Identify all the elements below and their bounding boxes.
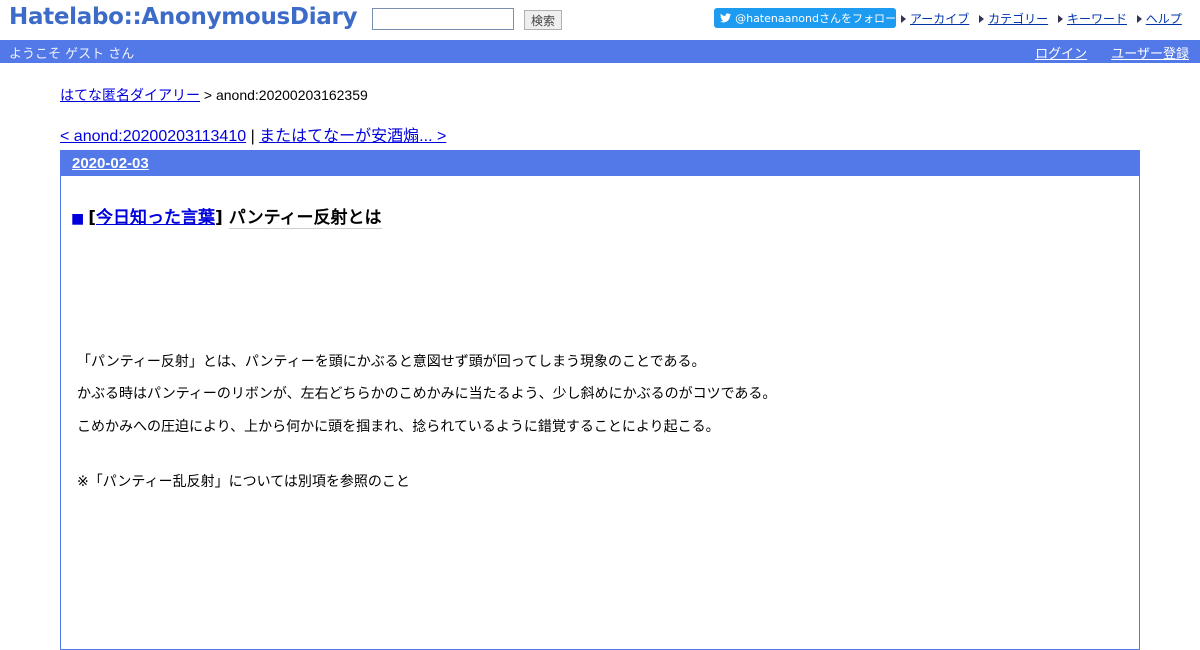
top-header: Hatelabo::AnonymousDiary 検索 @hatenaanond… <box>0 0 1200 40</box>
site-logo[interactable]: Hatelabo::AnonymousDiary <box>9 4 358 30</box>
nav-keyword[interactable]: キーワード <box>1057 10 1127 27</box>
top-nav: アーカイブ カテゴリー キーワード ヘルプ <box>901 10 1188 27</box>
nav-archive-link[interactable]: アーカイブ <box>910 12 969 26</box>
arrow-right-icon <box>979 15 985 23</box>
entry-pager: < anond:20200203113410 | またはてなーが安酒煽... > <box>60 122 446 146</box>
arrow-right-icon <box>1136 15 1142 23</box>
nav-keyword-link[interactable]: キーワード <box>1067 12 1127 26</box>
permalink-square-icon[interactable]: ■ <box>71 211 84 227</box>
category-link[interactable]: 今日知った言葉 <box>96 208 215 228</box>
user-links: ログイン ユーザー登録 <box>1015 43 1189 62</box>
twitter-bird-icon <box>720 13 732 23</box>
search-button[interactable]: 検索 <box>524 10 562 30</box>
next-entry-link[interactable]: またはてなーが安酒煽... > <box>259 128 446 145</box>
paragraph-2: かぶる時はパンティーのリボンが、左右どちらかのこめかみに当たるよう、少し斜めにか… <box>77 386 777 402</box>
nav-archive[interactable]: アーカイブ <box>901 10 969 27</box>
paragraph-3: こめかみへの圧迫により、上から何かに頭を掴まれ、捻られているように錯覚することに… <box>77 419 720 435</box>
login-link[interactable]: ログイン <box>1035 47 1087 62</box>
register-link[interactable]: ユーザー登録 <box>1111 47 1189 62</box>
breadcrumb: はてな匿名ダイアリー > anond:20200203162359 <box>60 85 368 105</box>
day-box: 2020-02-03 ■ [今日知った言葉] パンティー反射とは 「パンティー反射… <box>60 150 1140 650</box>
nav-help-link[interactable]: ヘルプ <box>1146 12 1182 26</box>
entry-date[interactable]: 2020-02-03 <box>72 155 149 172</box>
follow-label: @hatenaanondさんをフォロー <box>735 12 896 25</box>
pager-separator: | <box>246 128 260 145</box>
category-bracket-open: [ <box>88 208 97 228</box>
nav-category-link[interactable]: カテゴリー <box>988 12 1048 26</box>
arrow-right-icon <box>1057 15 1063 23</box>
arrow-right-icon <box>901 15 906 23</box>
breadcrumb-separator: > <box>200 87 216 103</box>
welcome-text: ようこそ ゲスト さん <box>9 47 135 62</box>
breadcrumb-home-link[interactable]: はてな匿名ダイアリー <box>60 87 200 103</box>
entry-title-text: パンティー反射とは <box>228 208 382 229</box>
twitter-follow-button[interactable]: @hatenaanondさんをフォロー <box>714 8 896 28</box>
day-header: 2020-02-03 <box>61 151 1139 176</box>
prev-entry-link[interactable]: < anond:20200203113410 <box>60 128 246 145</box>
paragraph-1: 「パンティー反射」とは、パンティーを頭にかぶると意図せず頭が回ってしまう現象のこ… <box>77 354 706 370</box>
search-input[interactable] <box>372 8 514 30</box>
breadcrumb-current: anond:20200203162359 <box>215 87 368 103</box>
nav-category[interactable]: カテゴリー <box>979 10 1048 27</box>
category-bracket-close: ] <box>215 208 223 228</box>
user-bar: ようこそ ゲスト さん ログイン ユーザー登録 <box>0 40 1200 63</box>
paragraph-note: ※「パンティー乱反射」については別項を参照のこと <box>77 474 410 490</box>
entry-title: ■ [今日知った言葉] パンティー反射とは <box>71 203 382 229</box>
nav-help[interactable]: ヘルプ <box>1136 10 1182 27</box>
